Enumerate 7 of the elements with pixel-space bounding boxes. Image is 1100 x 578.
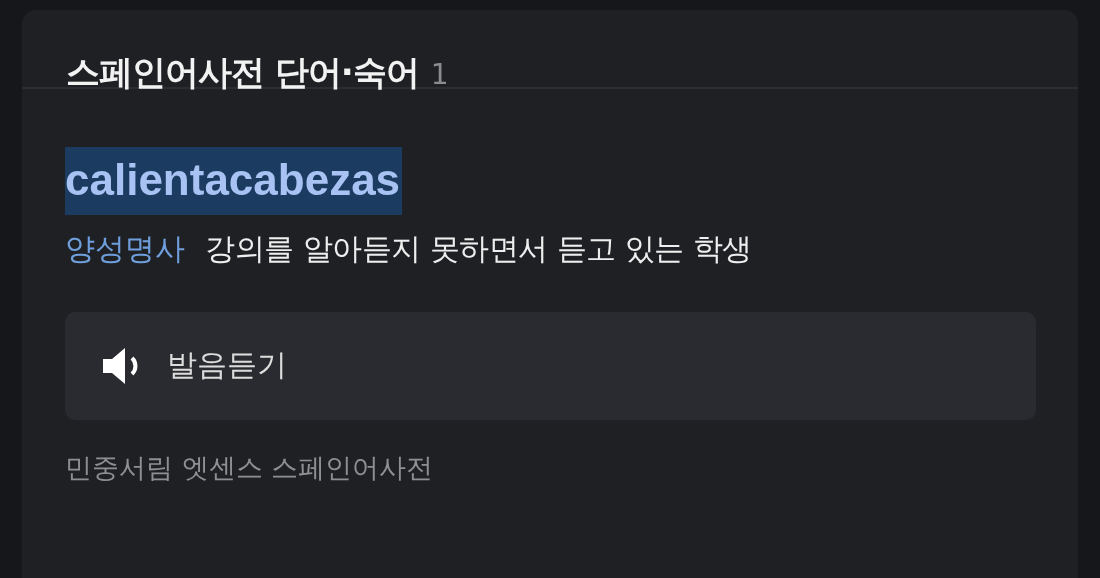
section-title: 스페인어사전 단어·숙어 bbox=[66, 51, 419, 94]
pronounce-button[interactable]: 발음듣기 bbox=[65, 311, 1036, 420]
result-count: 1 bbox=[430, 58, 449, 91]
part-of-speech: 양성명사 bbox=[65, 229, 185, 268]
dictionary-source: 민중서림 엣센스 스페인어사전 bbox=[65, 450, 435, 485]
entry-word[interactable]: calientacabezas bbox=[65, 147, 403, 215]
definition: 강의를 알아듣지 못하면서 듣고 있는 학생 bbox=[205, 229, 752, 268]
